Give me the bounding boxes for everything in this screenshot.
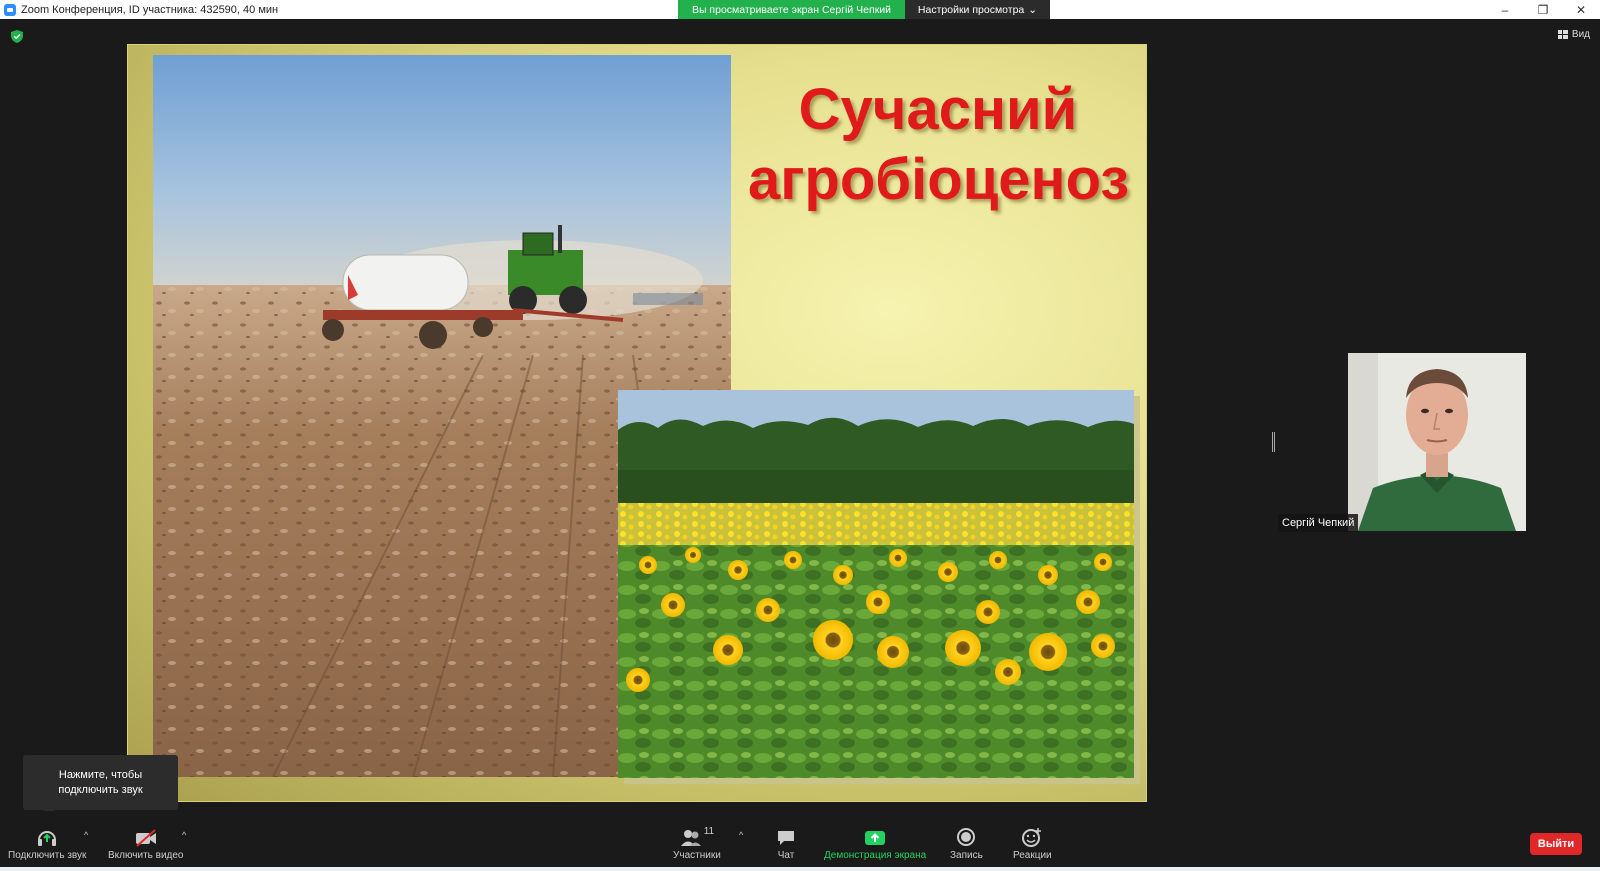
join-audio-label: Подключить звук bbox=[8, 850, 87, 861]
share-screen-label: Демонстрация экрана bbox=[824, 850, 927, 861]
participants-options-caret[interactable]: ^ bbox=[739, 830, 743, 840]
participant-name-label: Сергій Чепкий bbox=[1278, 514, 1359, 532]
reactions-button[interactable]: Реакции bbox=[1013, 825, 1052, 861]
reactions-icon bbox=[1021, 825, 1043, 847]
meeting-toolbar: Подключить звук ^ Включить видео ^ 11 Уч… bbox=[0, 811, 1600, 871]
share-screen-button[interactable]: Демонстрация экрана bbox=[824, 825, 926, 861]
slide-title-line2: агробіоценоз bbox=[748, 147, 1130, 212]
audio-options-caret[interactable]: ^ bbox=[84, 830, 88, 840]
start-video-button[interactable]: Включить видео bbox=[108, 825, 184, 861]
participants-icon: 11 bbox=[680, 825, 714, 847]
participants-label: Участники bbox=[673, 850, 721, 861]
minimize-button[interactable]: – bbox=[1486, 0, 1524, 19]
start-video-label: Включить видео bbox=[108, 850, 184, 861]
view-label: Вид bbox=[1571, 29, 1590, 40]
participants-count: 11 bbox=[703, 826, 715, 837]
view-settings-label: Настройки просмотра bbox=[917, 3, 1025, 16]
headphones-icon bbox=[36, 825, 58, 847]
zoom-app-icon bbox=[4, 3, 16, 16]
grid-view-icon bbox=[1557, 30, 1568, 39]
video-options-caret[interactable]: ^ bbox=[182, 830, 186, 840]
chat-button[interactable]: Чат bbox=[776, 825, 796, 861]
participants-button[interactable]: 11 Участники bbox=[673, 825, 721, 861]
slide-title: Сучасний агробіоценоз bbox=[748, 75, 1130, 215]
record-label: Запись bbox=[950, 850, 983, 861]
sunflower-field-photo bbox=[618, 390, 1134, 778]
join-audio-tooltip: Нажмите, чтобы подключить звук bbox=[23, 755, 178, 816]
encryption-shield-icon[interactable] bbox=[11, 30, 23, 43]
record-button[interactable]: Запись bbox=[950, 825, 983, 861]
tooltip-line2: подключить звук bbox=[58, 783, 143, 796]
viewing-screen-banner: Вы просматриваете экран Сергій Чепкий bbox=[678, 0, 905, 19]
taskbar-edge bbox=[0, 867, 1600, 871]
view-settings-button[interactable]: Настройки просмотра ⌄ bbox=[905, 0, 1050, 19]
share-screen-icon bbox=[864, 825, 886, 847]
panel-resize-handle[interactable] bbox=[1272, 432, 1275, 452]
chat-icon bbox=[776, 825, 796, 847]
reactions-label: Реакции bbox=[1013, 850, 1052, 861]
video-off-icon bbox=[134, 825, 158, 847]
record-icon bbox=[956, 825, 976, 847]
join-audio-button[interactable]: Подключить звук bbox=[8, 825, 86, 861]
view-layout-button[interactable]: Вид bbox=[1557, 29, 1590, 40]
participant-video-tile[interactable] bbox=[1348, 353, 1526, 531]
chat-label: Чат bbox=[777, 850, 795, 861]
window-title: Zoom Конференция, ID участника: 432590, … bbox=[21, 3, 279, 16]
window-controls: – ❐ ✕ bbox=[1486, 0, 1600, 19]
leave-meeting-button[interactable]: Выйти bbox=[1530, 833, 1582, 855]
tooltip-line1: Нажмите, чтобы bbox=[58, 768, 143, 781]
restore-button[interactable]: ❐ bbox=[1524, 0, 1562, 19]
shared-screen-slide: Сучасний агробіоценоз bbox=[127, 44, 1147, 802]
close-button[interactable]: ✕ bbox=[1562, 0, 1600, 19]
slide-title-line1: Сучасний bbox=[798, 77, 1078, 142]
chevron-down-icon: ⌄ bbox=[1028, 3, 1038, 16]
